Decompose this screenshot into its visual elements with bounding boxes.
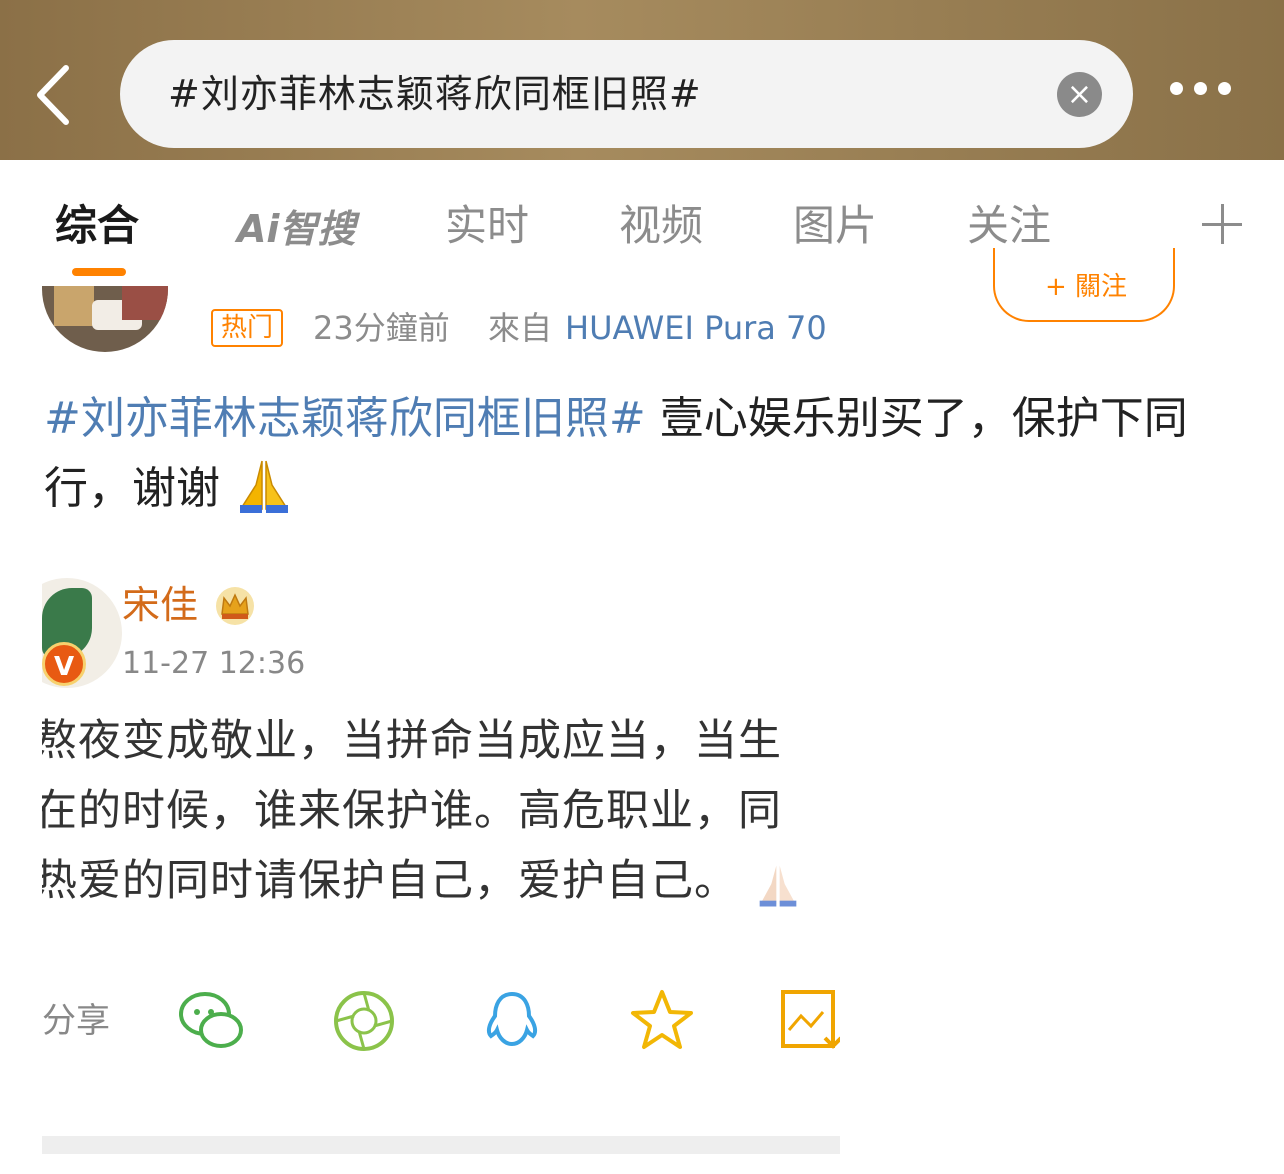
embedded-image[interactable]: V 宋佳 11-27 12:36 熬夜变成敬业，当拼命当成应当，当生 在的时候，… xyxy=(42,556,840,1154)
embedded-text: 熬夜变成敬业，当拼命当成应当，当生 在的时候，谁来保护谁。高危职业，同 热爱的同… xyxy=(42,706,840,916)
top-bar: #刘亦菲林志颖蒋欣同框旧照# × xyxy=(0,0,1284,160)
add-tab-icon[interactable] xyxy=(1198,200,1248,250)
avatar[interactable] xyxy=(42,286,168,352)
tab-pictures[interactable]: 图片 xyxy=(793,198,877,254)
pray-emoji-icon xyxy=(240,460,288,513)
hot-badge: 热门 xyxy=(211,309,284,347)
embedded-line: 热爱的同时请保护自己，爱护自己。 xyxy=(42,846,840,916)
clear-icon[interactable]: × xyxy=(1057,72,1102,117)
qq-icon[interactable] xyxy=(477,986,547,1056)
search-input[interactable]: #刘亦菲林志颖蒋欣同框旧照# × xyxy=(120,40,1133,148)
embedded-username: 宋佳 xyxy=(122,583,199,627)
more-icon[interactable] xyxy=(1170,80,1250,110)
active-tab-indicator xyxy=(72,268,126,276)
embedded-line: 在的时候，谁来保护谁。高危职业，同 xyxy=(42,786,782,836)
search-query[interactable]: #刘亦菲林志颖蒋欣同框旧照# xyxy=(168,68,702,120)
back-icon[interactable] xyxy=(30,60,80,130)
moments-icon[interactable] xyxy=(329,986,399,1056)
tab-ai-search[interactable]: Ai智搜 xyxy=(237,204,355,254)
verified-icon: V xyxy=(42,642,86,686)
tab-video[interactable]: 视频 xyxy=(619,198,703,254)
post-text: #刘亦菲林志颖蒋欣同框旧照# 壹心娱乐别买了，保护下同行，谢谢 xyxy=(44,384,1244,524)
save-image-icon[interactable] xyxy=(777,986,840,1056)
embedded-line: 熬夜变成敬业，当拼命当成应当，当生 xyxy=(42,716,782,766)
tab-comprehensive[interactable]: 综合 xyxy=(55,198,139,254)
image-bottom-strip xyxy=(42,1136,840,1154)
tab-following[interactable]: 关注 xyxy=(967,198,1051,254)
wechat-icon[interactable] xyxy=(177,986,247,1056)
hashtag-link[interactable]: #刘亦菲林志颖蒋欣同框旧照# xyxy=(44,393,646,444)
post-source-label: 來自 xyxy=(488,309,553,347)
embedded-date: 11-27 12:36 xyxy=(122,646,306,681)
follow-label: + 關注 xyxy=(1045,272,1128,302)
qzone-icon[interactable] xyxy=(627,986,697,1056)
tab-realtime[interactable]: 实时 xyxy=(445,198,529,254)
share-label: 分享 xyxy=(42,1001,110,1041)
follow-button[interactable]: + 關注 xyxy=(993,248,1175,322)
crown-icon xyxy=(216,587,254,625)
pray-emoji-icon xyxy=(759,865,797,906)
post-time: 23分鐘前 xyxy=(313,309,450,347)
post-device[interactable]: HUAWEI Pura 70 xyxy=(565,306,827,350)
